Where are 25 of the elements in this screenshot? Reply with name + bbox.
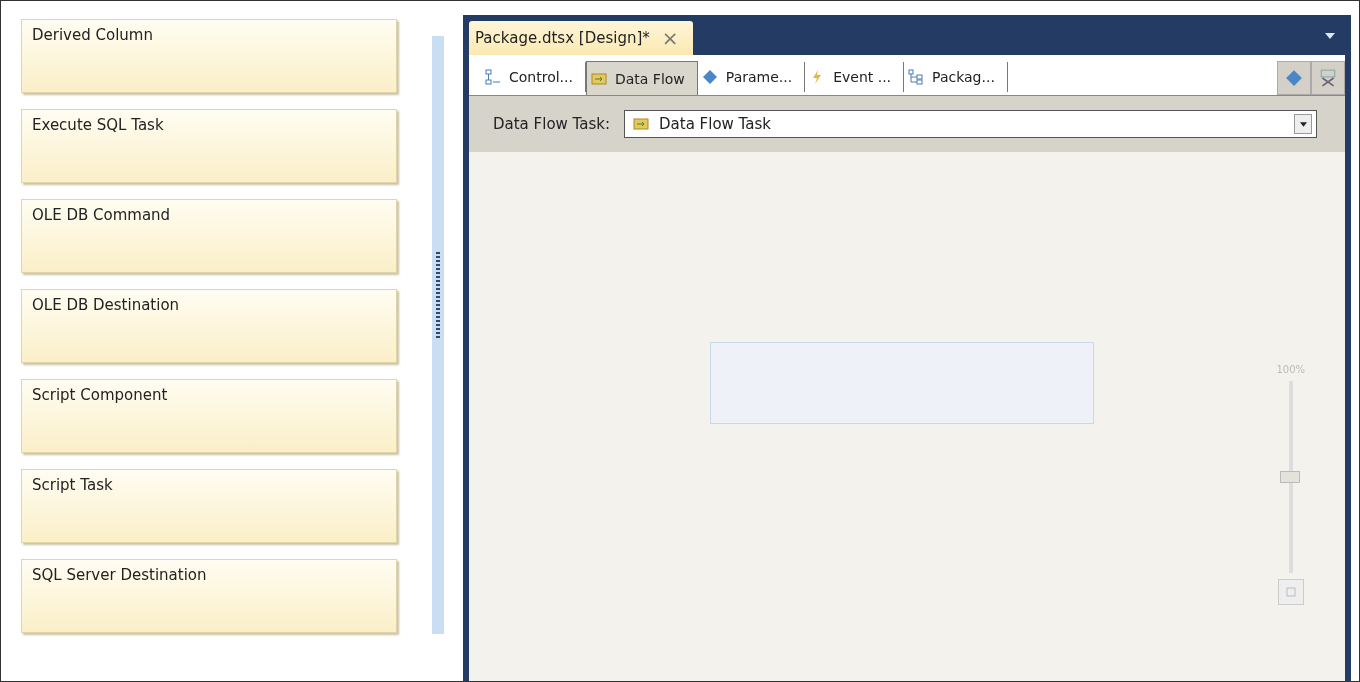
close-icon[interactable]: × — [661, 26, 679, 50]
splitter-bar[interactable] — [432, 36, 444, 634]
designer-tab[interactable]: Event ... — [805, 62, 905, 92]
toolbox-item[interactable]: OLE DB Destination — [21, 289, 397, 363]
toolbox-item[interactable]: Derived Column — [21, 19, 397, 93]
grip-icon — [436, 252, 440, 338]
diamond-icon — [701, 69, 718, 85]
toolbox-item[interactable]: Execute SQL Task — [21, 109, 397, 183]
tools-icon[interactable] — [1311, 61, 1345, 95]
designer-tab[interactable]: Packag... — [904, 62, 1008, 92]
task-dropdown[interactable]: Data Flow Task — [624, 110, 1317, 138]
toolbox-item[interactable]: SQL Server Destination — [21, 559, 397, 633]
document-tab[interactable]: Package.dtsx [Design]* × — [469, 21, 693, 55]
flowchart-icon — [485, 69, 501, 85]
toolbox-item[interactable]: Script Component — [21, 379, 397, 453]
tree-icon — [908, 69, 925, 85]
dropdown-arrow-icon[interactable] — [1325, 33, 1335, 39]
task-label: Data Flow Task: — [493, 115, 611, 133]
slider-thumb[interactable] — [1279, 471, 1300, 483]
toolbox-item[interactable]: Script Task — [21, 469, 397, 543]
designer-tab[interactable]: Parame... — [697, 62, 806, 92]
toolbox-item[interactable]: OLE DB Command — [21, 199, 397, 273]
zoom-reading: 100% — [1276, 364, 1305, 375]
designer-tab[interactable]: Control... — [481, 62, 586, 92]
designer-tab[interactable]: Data Flow — [585, 61, 698, 95]
